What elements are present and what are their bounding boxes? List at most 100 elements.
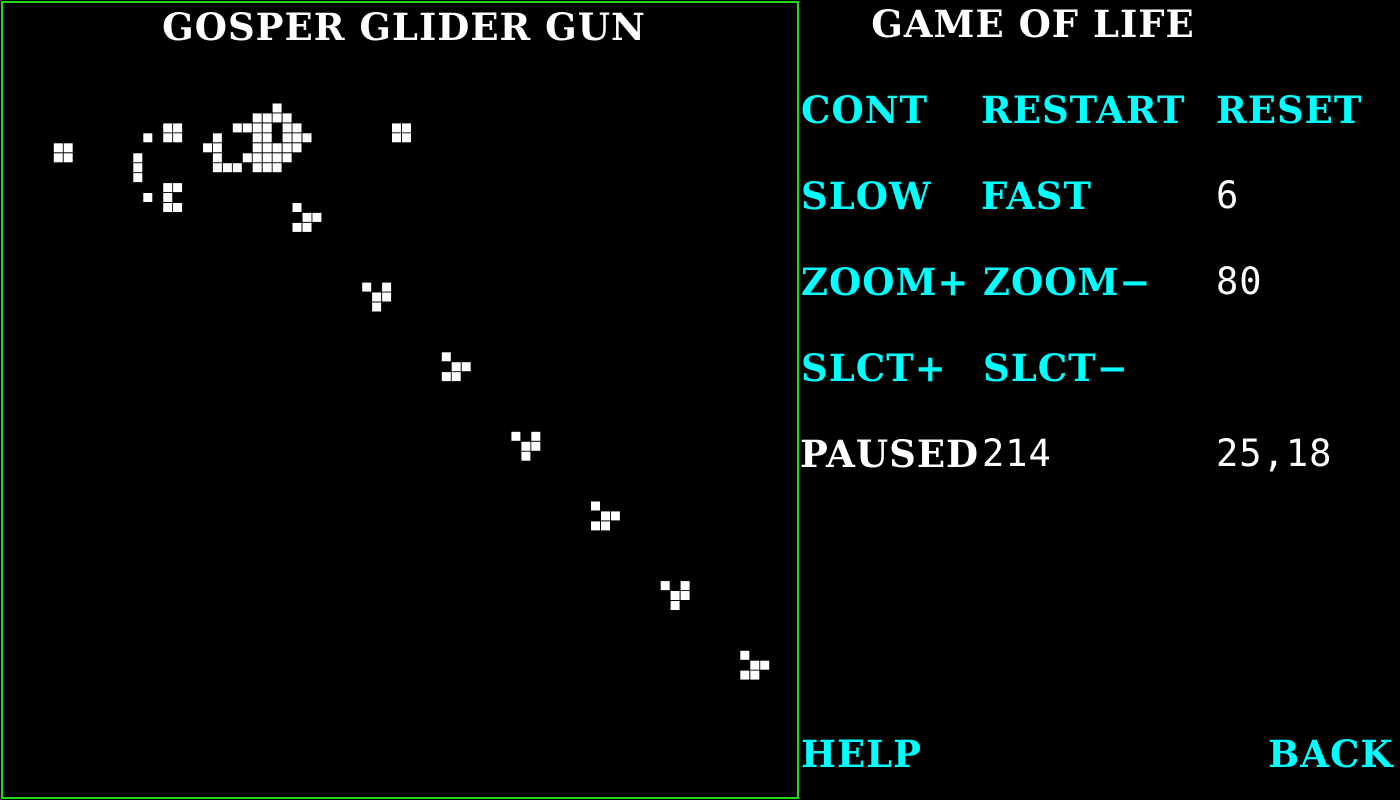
- live-cell: [272, 143, 282, 153]
- live-cell: [312, 212, 322, 222]
- life-grid-panel[interactable]: GOSPER GLIDER GUN: [1, 1, 799, 799]
- live-cell: [272, 163, 282, 173]
- live-cell: [252, 163, 262, 173]
- live-cell: [252, 143, 262, 153]
- live-cell: [302, 222, 312, 232]
- live-cell: [272, 153, 282, 163]
- live-cell: [660, 581, 670, 591]
- live-cell: [461, 362, 471, 372]
- live-cell: [252, 123, 262, 133]
- live-cell: [740, 670, 750, 680]
- live-cell: [252, 153, 262, 163]
- help-button[interactable]: HELP: [801, 732, 922, 776]
- live-cell: [680, 581, 690, 591]
- live-cell: [441, 372, 451, 382]
- live-cell: [601, 511, 610, 521]
- cursor-position: 25,18: [1216, 432, 1333, 475]
- live-cell: [750, 660, 760, 670]
- live-cell: [372, 292, 382, 302]
- live-cell: [63, 143, 73, 153]
- live-cell: [133, 173, 143, 183]
- live-cell: [133, 163, 143, 173]
- live-cell: [173, 203, 183, 212]
- live-cell: [272, 113, 282, 123]
- live-cell: [262, 113, 272, 123]
- live-cell: [262, 153, 272, 163]
- live-cell: [282, 153, 292, 163]
- live-cell: [262, 163, 272, 173]
- live-cell: [282, 143, 292, 153]
- live-cell: [511, 431, 521, 441]
- live-cell: [252, 133, 262, 143]
- fast-button[interactable]: FAST: [981, 174, 1092, 218]
- live-cell: [591, 521, 600, 531]
- live-cell: [282, 123, 292, 133]
- live-cell: [53, 143, 63, 153]
- live-cell: [402, 133, 411, 143]
- live-cell: [372, 302, 382, 312]
- live-cell: [292, 203, 302, 212]
- slow-button[interactable]: SLOW: [801, 174, 932, 218]
- live-cell: [163, 133, 173, 143]
- live-cell: [262, 123, 272, 133]
- live-cell: [53, 153, 63, 163]
- live-cell: [451, 362, 461, 372]
- live-cell: [292, 143, 302, 153]
- live-cell: [163, 123, 173, 133]
- run-status: PAUSED: [800, 432, 980, 476]
- live-cell: [173, 123, 183, 133]
- zoom-in-button[interactable]: ZOOM+: [801, 260, 969, 304]
- live-cell: [63, 153, 73, 163]
- live-cell: [610, 511, 620, 521]
- live-cell: [670, 591, 680, 600]
- live-cell: [531, 441, 541, 451]
- live-cell: [601, 521, 610, 531]
- reset-button[interactable]: RESET: [1216, 88, 1362, 132]
- zoom-out-button[interactable]: ZOOM−: [983, 260, 1151, 304]
- back-button[interactable]: BACK: [1268, 732, 1394, 776]
- live-cell: [591, 501, 600, 511]
- live-cell: [670, 601, 680, 610]
- live-cell: [282, 113, 292, 123]
- live-cell: [232, 123, 242, 133]
- live-cell: [451, 372, 461, 382]
- live-cell: [680, 591, 690, 600]
- live-cell: [163, 183, 173, 193]
- select-next-button[interactable]: SLCT+: [801, 346, 947, 390]
- live-cell: [282, 133, 292, 143]
- live-cell: [302, 212, 312, 222]
- life-grid-canvas[interactable]: [3, 3, 797, 797]
- cont-button[interactable]: CONT: [801, 88, 928, 132]
- live-cell: [173, 133, 183, 143]
- live-cell: [272, 103, 282, 113]
- live-cell: [133, 153, 143, 163]
- live-cell: [402, 123, 411, 133]
- live-cell: [531, 431, 541, 441]
- live-cell: [212, 143, 222, 153]
- live-cell: [302, 133, 312, 143]
- live-cell: [750, 670, 760, 680]
- pattern-title: GOSPER GLIDER GUN: [162, 5, 646, 49]
- live-cell: [521, 451, 531, 461]
- live-cell: [203, 143, 212, 153]
- live-cell: [242, 123, 252, 133]
- speed-value: 6: [1216, 174, 1240, 217]
- live-cell: [242, 153, 252, 163]
- select-prev-button[interactable]: SLCT−: [983, 346, 1129, 390]
- live-cell: [163, 193, 173, 202]
- live-cell: [382, 282, 392, 292]
- zoom-value: 80: [1216, 260, 1263, 303]
- live-cell: [292, 222, 302, 232]
- app-title: GAME OF LIFE: [871, 2, 1195, 46]
- live-cell: [392, 123, 401, 133]
- generation-count: 214: [982, 432, 1052, 475]
- live-cell: [143, 133, 153, 143]
- restart-button[interactable]: RESTART: [981, 88, 1186, 132]
- live-cell: [362, 282, 372, 292]
- live-cell: [163, 203, 173, 212]
- live-cell: [143, 193, 153, 202]
- live-cell: [392, 133, 401, 143]
- live-cell: [212, 133, 222, 143]
- live-cell: [292, 123, 302, 133]
- live-cell: [382, 292, 392, 302]
